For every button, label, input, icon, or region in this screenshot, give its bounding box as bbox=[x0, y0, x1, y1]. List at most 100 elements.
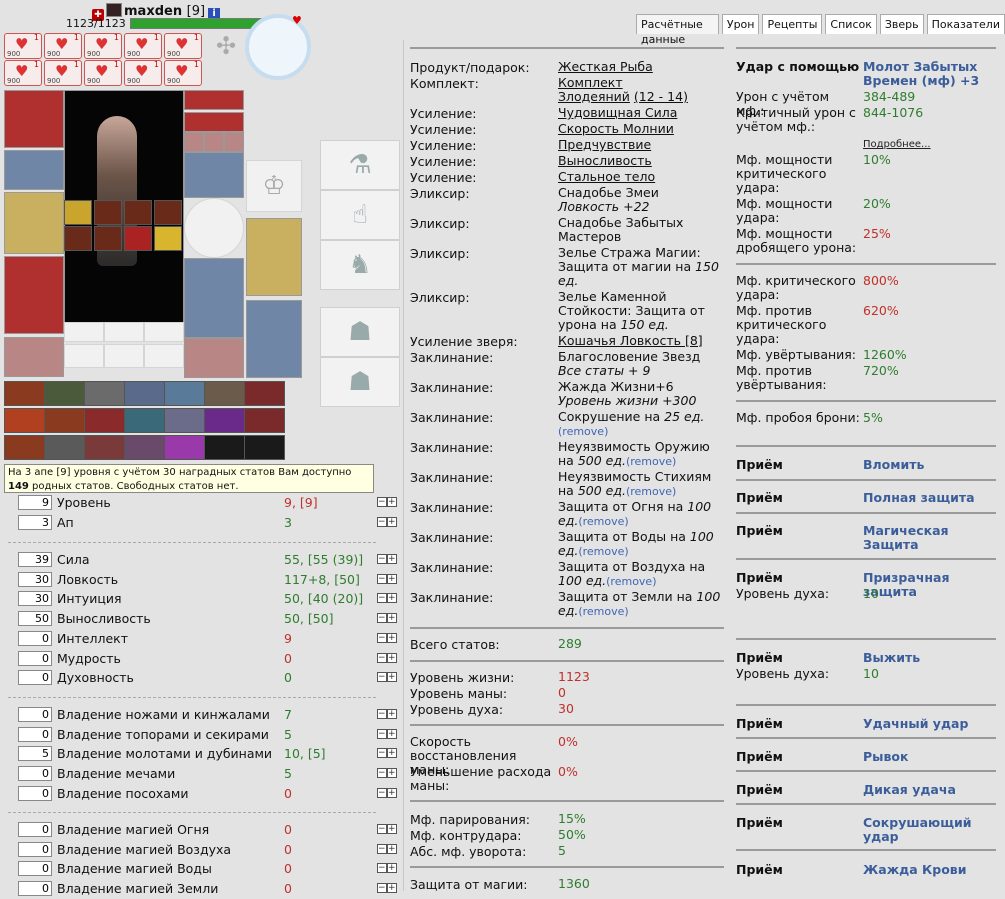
stat-adjust[interactable]: −+ bbox=[377, 573, 397, 584]
armor-slot[interactable] bbox=[4, 256, 64, 334]
plus-icon[interactable]: + bbox=[387, 787, 397, 798]
stat-input[interactable] bbox=[18, 707, 52, 722]
boost-value[interactable]: Чудовищная Сила bbox=[558, 106, 723, 120]
more-link[interactable]: Подробнее... bbox=[863, 138, 1003, 152]
buff-icon[interactable] bbox=[124, 408, 165, 433]
stat-input[interactable] bbox=[18, 591, 52, 607]
plus-icon[interactable]: + bbox=[387, 613, 397, 624]
heal-scroll-slot[interactable]: 1900 bbox=[124, 33, 162, 59]
heal-scroll-slot[interactable]: 1900 bbox=[124, 60, 162, 86]
stat-input[interactable] bbox=[18, 552, 52, 567]
stat-adjust[interactable]: −+ bbox=[377, 883, 397, 894]
cloak-slot[interactable] bbox=[246, 300, 302, 378]
priem-name[interactable]: Полная защита bbox=[863, 491, 1003, 505]
bracers-slot[interactable] bbox=[4, 150, 64, 190]
buff-icon[interactable] bbox=[244, 435, 285, 460]
tab-recipes[interactable]: Рецепты bbox=[762, 14, 823, 34]
plus-icon[interactable]: + bbox=[387, 863, 397, 874]
buff-icon[interactable] bbox=[4, 435, 45, 460]
buff-icon[interactable] bbox=[44, 435, 85, 460]
stat-input[interactable] bbox=[18, 514, 52, 530]
stance-button-2[interactable]: ☗ bbox=[320, 357, 400, 407]
stat-adjust[interactable]: −+ bbox=[377, 728, 397, 739]
equip-mini-slot-6[interactable] bbox=[94, 226, 122, 251]
buff-icon[interactable] bbox=[164, 435, 205, 460]
plus-icon[interactable]: + bbox=[387, 593, 397, 604]
stat-adjust[interactable]: −+ bbox=[377, 593, 397, 604]
buff-icon[interactable] bbox=[204, 381, 245, 406]
remove-link[interactable]: (remove) bbox=[578, 605, 628, 618]
tab-list[interactable]: Список bbox=[825, 14, 877, 34]
remove-link[interactable]: (remove) bbox=[578, 515, 628, 528]
stat-input[interactable] bbox=[18, 861, 52, 877]
tab-pet[interactable]: Зверь bbox=[879, 14, 924, 34]
buff-icon[interactable] bbox=[244, 381, 285, 406]
equip-mini-slot-3[interactable] bbox=[124, 200, 152, 225]
pocket-slot-3[interactable] bbox=[144, 322, 184, 342]
minus-icon[interactable]: − bbox=[377, 824, 387, 834]
ring-slot-3[interactable] bbox=[224, 132, 244, 152]
plus-icon[interactable]: + bbox=[387, 516, 397, 527]
minus-icon[interactable]: − bbox=[377, 497, 387, 507]
stat-input[interactable] bbox=[18, 670, 52, 686]
plus-icon[interactable]: + bbox=[387, 672, 397, 683]
buff-icon[interactable] bbox=[4, 408, 45, 433]
stat-input[interactable] bbox=[18, 841, 52, 857]
legs-slot[interactable] bbox=[184, 258, 244, 338]
stat-adjust[interactable]: −+ bbox=[377, 787, 397, 798]
equip-mini-slot-2[interactable] bbox=[94, 200, 122, 225]
remove-link[interactable]: (remove) bbox=[558, 425, 608, 438]
stat-input[interactable] bbox=[18, 495, 52, 510]
priem-name[interactable]: Магическая Защита bbox=[863, 524, 1003, 552]
plus-icon[interactable]: + bbox=[387, 728, 397, 739]
boost-value[interactable]: Скорость Молнии bbox=[558, 122, 723, 136]
stat-adjust[interactable]: −+ bbox=[377, 863, 397, 874]
buff-icon[interactable] bbox=[124, 435, 165, 460]
priem-name[interactable]: Жажда Крови bbox=[863, 863, 1003, 877]
remove-link[interactable]: (remove) bbox=[626, 485, 676, 498]
stat-input[interactable] bbox=[18, 881, 52, 897]
plus-icon[interactable]: + bbox=[387, 497, 397, 507]
plus-icon[interactable]: + bbox=[387, 554, 397, 564]
minus-icon[interactable]: − bbox=[377, 554, 387, 564]
plus-icon[interactable]: + bbox=[387, 573, 397, 584]
plus-icon[interactable]: + bbox=[387, 632, 397, 643]
stat-adjust[interactable]: −+ bbox=[377, 768, 397, 779]
equip-mini-slot-1[interactable] bbox=[64, 200, 92, 225]
weapon-slot[interactable] bbox=[4, 192, 64, 254]
heal-scroll-slot[interactable]: 1900 bbox=[4, 60, 42, 86]
crown-slot[interactable]: ♔ bbox=[246, 160, 302, 212]
stat-adjust[interactable]: −+ bbox=[377, 672, 397, 683]
pocket-slot-1[interactable] bbox=[64, 322, 104, 342]
minus-icon[interactable]: − bbox=[377, 768, 387, 779]
stat-input[interactable] bbox=[18, 785, 52, 801]
potion-button[interactable]: ⚗ bbox=[320, 140, 400, 190]
heal-scroll-slot[interactable]: 1900 bbox=[44, 60, 82, 86]
tab-damage[interactable]: Урон bbox=[721, 14, 760, 34]
pocket-slot-2[interactable] bbox=[104, 322, 144, 342]
pray-button[interactable]: ☝ bbox=[320, 190, 400, 240]
stat-input[interactable] bbox=[18, 571, 52, 587]
buff-icon[interactable] bbox=[124, 381, 165, 406]
buff-icon[interactable] bbox=[44, 408, 85, 433]
minus-icon[interactable]: − bbox=[377, 516, 387, 527]
helmet-slot[interactable] bbox=[4, 90, 64, 148]
boost-value[interactable]: Предчувствие bbox=[558, 138, 723, 152]
heal-scroll-slot[interactable]: 1900 bbox=[164, 33, 202, 59]
stat-input[interactable] bbox=[18, 766, 52, 782]
tab-calculated[interactable]: Расчётные данные bbox=[636, 14, 719, 46]
product-value[interactable]: Жесткая Рыба bbox=[558, 60, 723, 74]
pocket-slot-6[interactable] bbox=[144, 344, 184, 368]
plus-icon[interactable]: + bbox=[387, 652, 397, 663]
minus-icon[interactable]: − bbox=[377, 787, 387, 798]
stat-input[interactable] bbox=[18, 746, 52, 762]
stat-adjust[interactable]: −+ bbox=[377, 497, 397, 507]
stat-adjust[interactable]: −+ bbox=[377, 652, 397, 663]
stat-adjust[interactable]: −+ bbox=[377, 613, 397, 624]
priem-name[interactable]: Дикая удача bbox=[863, 783, 1003, 797]
heal-scroll-slot[interactable]: 1900 bbox=[44, 33, 82, 59]
boost-value[interactable]: Выносливость bbox=[558, 154, 723, 168]
minus-icon[interactable]: − bbox=[377, 573, 387, 584]
buff-icon[interactable] bbox=[164, 408, 205, 433]
stat-input[interactable] bbox=[18, 726, 52, 742]
